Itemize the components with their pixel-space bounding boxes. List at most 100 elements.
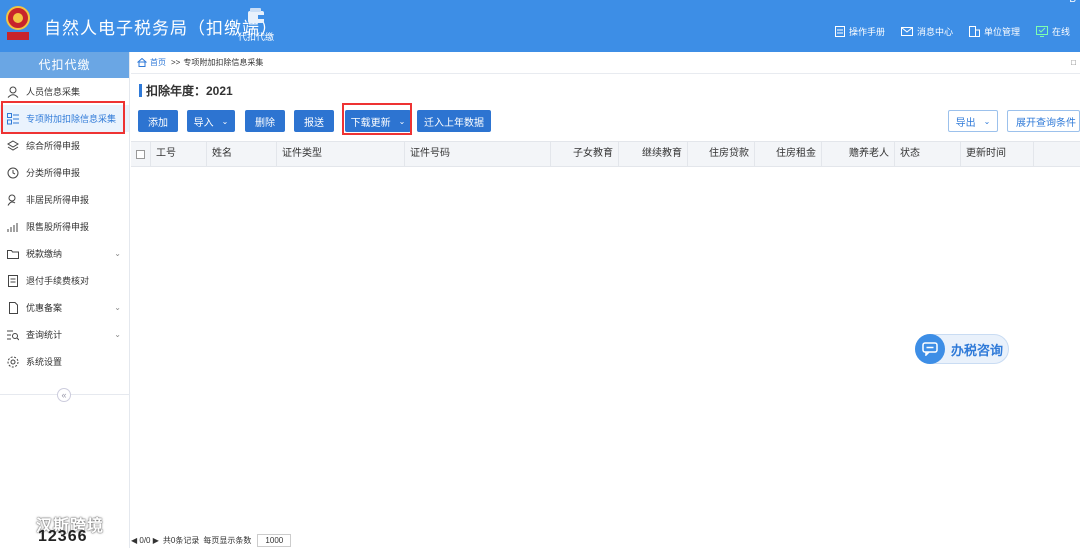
module-tab-withholding[interactable]: 代扣代缴 (232, 8, 280, 43)
clock-icon (6, 166, 20, 180)
submit-button[interactable]: 报送 (294, 110, 334, 132)
watermark: 汉斯跨境 12366 (8, 512, 104, 545)
sidebar-item-label: 人员信息采集 (26, 87, 81, 97)
column-header[interactable]: 住房租金 (755, 142, 822, 166)
message-center-label: 消息中心 (916, 26, 953, 37)
message-center-link[interactable]: 消息中心 (900, 25, 953, 38)
sidebar-item-label: 专项附加扣除信息采集 (26, 114, 117, 124)
page-size-input[interactable]: 1000 (257, 534, 292, 547)
sidebar-item-query-stats[interactable]: 查询统计 ⌄ (0, 321, 129, 348)
online-icon (1035, 25, 1048, 37)
bar-chart-icon (6, 220, 20, 234)
chevron-down-icon: ⌄ (221, 116, 229, 126)
table-header: 工号 姓名 证件类型 证件号码 子女教育 继续教育 住房贷款 住房租金 赡养老人… (131, 141, 1080, 167)
top-links: 操作手册 消息中心 单位管理 在线 (834, 22, 1080, 40)
unit-management-label: 单位管理 (983, 26, 1020, 37)
online-status-label: 在线 (1051, 26, 1070, 37)
sidebar-item-label: 非居民所得申报 (26, 195, 90, 205)
year-marker (139, 84, 142, 97)
watermark-logo-icon (9, 515, 33, 533)
sidebar-item-tax-payment[interactable]: 税款缴纳 ⌄ (0, 240, 129, 267)
deduction-year: 扣除年度：2021 (139, 82, 233, 99)
pagination-nav[interactable]: ◀ 0/0 ▶ (131, 536, 159, 545)
unit-management-link[interactable]: 单位管理 (968, 25, 1020, 38)
file-icon (6, 301, 20, 315)
import-button-label: 导入 (193, 117, 214, 129)
home-icon (137, 58, 147, 67)
sidebar-item-restricted-stock[interactable]: 限售股所得申报 (0, 213, 129, 240)
corner-mark: B (1069, 0, 1076, 5)
import-dropdown-button[interactable]: 导入 ⌄ (187, 110, 235, 132)
sidebar-item-label: 分类所得申报 (26, 168, 81, 178)
main-content: 首页 >> 专项附加扣除信息采集 □ 扣除年度：2021 添加 导入 ⌄ 删除 报… (131, 52, 1080, 548)
breadcrumb-current[interactable]: 专项附加扣除信息采集 (183, 57, 263, 68)
sidebar-item-system-settings[interactable]: 系统设置 (0, 348, 129, 375)
tax-consult-label: 办税咨询 (951, 342, 1004, 358)
column-header[interactable]: 子女教育 (551, 142, 619, 166)
pagination: ◀ 0/0 ▶ 共0条记录 每页显示条数 1000 (131, 533, 292, 548)
export-dropdown-button[interactable]: 导出 ⌄ (948, 110, 998, 132)
column-header[interactable]: 证件号码 (405, 142, 551, 166)
export-button-label: 导出 (955, 117, 976, 129)
deduction-year-label: 扣除年度：2021 (146, 84, 233, 98)
download-update-dropdown-button[interactable]: 下载更新 ⌄ (345, 110, 411, 132)
add-button[interactable]: 添加 (138, 110, 178, 132)
sidebar-item-label: 退付手续费核对 (26, 276, 90, 286)
expand-query-button[interactable]: 展开查询条件 (1007, 110, 1080, 132)
select-all-checkbox[interactable] (136, 150, 145, 159)
chevron-down-icon: ⌄ (398, 116, 406, 126)
chevron-down-icon: ⌄ (983, 116, 991, 126)
delete-button[interactable]: 删除 (245, 110, 285, 132)
column-header[interactable]: 状态 (895, 142, 961, 166)
sidebar-item-label: 税款缴纳 (26, 249, 63, 259)
sidebar-title: 代扣代缴 (0, 52, 129, 78)
gear-icon (6, 355, 20, 369)
chat-icon (915, 334, 945, 364)
sidebar-item-personnel-info[interactable]: 人员信息采集 (0, 78, 129, 105)
column-header[interactable]: 继续教育 (619, 142, 688, 166)
record-count: 共0条记录 (162, 536, 200, 545)
manual-link[interactable]: 操作手册 (834, 25, 885, 38)
sidebar: 代扣代缴 人员信息采集 专项附加扣除信息采集 综合所得申报 分类所得申报 非居民… (0, 52, 130, 548)
sidebar-item-fee-refund[interactable]: 退付手续费核对 (0, 267, 129, 294)
column-header[interactable]: 更新时间 (961, 142, 1034, 166)
chevron-down-icon: ⌄ (114, 330, 121, 339)
column-header[interactable]: 赡养老人 (822, 142, 895, 166)
migrate-last-year-button[interactable]: 迁入上年数据 (417, 110, 491, 132)
column-header[interactable]: 证件类型 (277, 142, 405, 166)
list-icon (6, 112, 20, 126)
sidebar-item-label: 查询统计 (26, 330, 63, 340)
person-icon (6, 85, 20, 99)
document-icon (834, 25, 845, 37)
sidebar-item-label: 优惠备案 (26, 303, 63, 313)
user-outline-icon (6, 193, 20, 207)
chevron-down-icon: ⌄ (114, 303, 121, 312)
chevron-down-icon: ⌄ (114, 249, 121, 258)
layers-icon (6, 139, 20, 153)
sidebar-item-nonresident-income[interactable]: 非居民所得申报 (0, 186, 129, 213)
search-list-icon (6, 328, 20, 342)
watermark-number: 12366 (38, 528, 88, 545)
column-header[interactable]: 工号 (151, 142, 207, 166)
column-header-spacer (1034, 142, 1080, 166)
sidebar-item-label: 综合所得申报 (26, 141, 81, 151)
receipt-icon (6, 274, 20, 288)
tax-consult-button[interactable]: 办税咨询 (915, 334, 1009, 364)
column-header[interactable]: 住房贷款 (688, 142, 755, 166)
sidebar-item-special-deduction[interactable]: 专项附加扣除信息采集 (0, 105, 129, 132)
sidebar-item-label: 限售股所得申报 (26, 222, 90, 232)
sidebar-item-comprehensive-income[interactable]: 综合所得申报 (0, 132, 129, 159)
breadcrumb: 首页 >> 专项附加扣除信息采集 □ (131, 52, 1080, 74)
breadcrumb-home-link[interactable]: 首页 (150, 57, 166, 68)
building-icon (968, 25, 980, 37)
select-all-cell (131, 142, 151, 166)
wallet-icon (248, 8, 264, 23)
column-header[interactable]: 姓名 (207, 142, 277, 166)
sidebar-item-preferential-filing[interactable]: 优惠备案 ⌄ (0, 294, 129, 321)
sidebar-collapse-button[interactable]: « (57, 388, 71, 402)
online-status-link[interactable]: 在线 (1035, 25, 1070, 38)
sidebar-item-label: 系统设置 (26, 357, 63, 367)
national-emblem-icon (6, 6, 30, 40)
sidebar-item-classified-income[interactable]: 分类所得申报 (0, 159, 129, 186)
tab-close-icon[interactable]: □ (1071, 58, 1076, 67)
